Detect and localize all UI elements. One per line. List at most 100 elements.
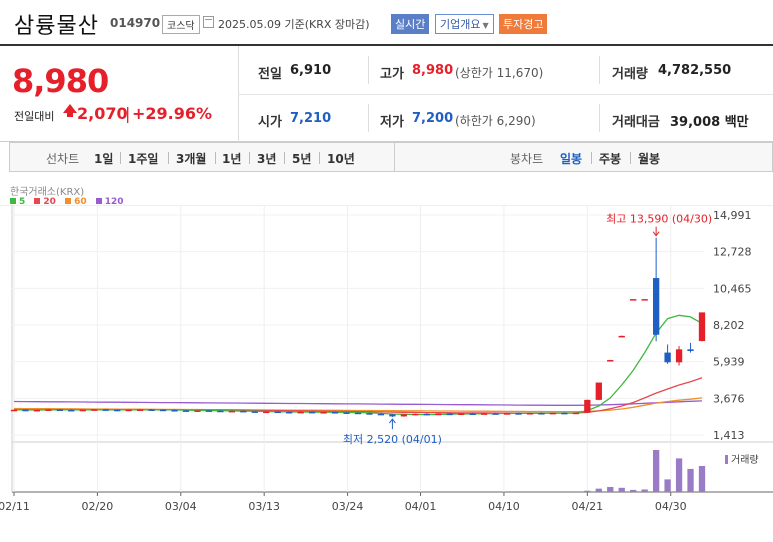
realtime-button[interactable]: 실시간: [391, 14, 430, 34]
candle-body: [102, 409, 109, 411]
candle-body: [205, 410, 213, 412]
tab-5y[interactable]: 5년: [292, 150, 311, 167]
line-chart-label[interactable]: 선차트: [46, 150, 79, 167]
current-price: 8,980: [12, 62, 109, 100]
candle-chart-label[interactable]: 봉차트: [510, 150, 543, 167]
candle-body: [91, 409, 98, 411]
candle-body: [435, 413, 442, 416]
tab-10y[interactable]: 10년: [327, 150, 355, 167]
stock-name: 삼륭물산: [14, 14, 99, 39]
candle-body: [584, 399, 591, 413]
prev-close-value: 6,910: [290, 63, 332, 78]
stock-code: 014970: [110, 16, 161, 30]
candle-body: [377, 413, 385, 416]
lower-limit: (하한가 6,290): [455, 114, 536, 128]
volume-bar: [664, 479, 671, 492]
low-label: 저가: [380, 115, 404, 130]
chevron-down-icon: ▼: [482, 21, 489, 30]
upper-limit: (상한가 11,670): [455, 66, 544, 80]
y-tick-label: 8,202: [713, 319, 745, 332]
y-tick-label: 10,465: [713, 282, 752, 295]
y-tick-label: 1,413: [713, 429, 745, 442]
price-chart[interactable]: 02/11 02/20 03/04 03/13 03/24 04/01 04/10 04/21…: [0, 205, 773, 542]
candle-body: [286, 411, 293, 414]
x-tick-label: 04/30: [655, 500, 687, 513]
candle-body: [503, 413, 511, 415]
candle-body: [549, 412, 557, 415]
open-label: 시가: [258, 115, 282, 130]
candle-body: [297, 411, 304, 414]
legend-swatch: [65, 198, 72, 204]
change-separator: |: [125, 104, 131, 123]
candle-body: [217, 410, 224, 413]
up-arrow-icon: [63, 104, 77, 117]
x-tick-label: 02/11: [0, 500, 30, 513]
candle-body: [251, 411, 258, 413]
candle-body: [630, 299, 637, 301]
x-tick-label: 04/21: [571, 500, 603, 513]
chart-period-tabs: 선차트 1일 1주일 3개월 1년 3년 5년 10년 봉차트 일봉 주봉 월봉: [9, 142, 773, 172]
divider: [168, 152, 169, 164]
candle-body: [561, 412, 568, 415]
tab-1d[interactable]: 1일: [94, 150, 113, 167]
divider: [319, 152, 320, 164]
volume-bar: [687, 468, 694, 492]
divider: [599, 56, 600, 84]
tab-1y[interactable]: 1년: [222, 150, 241, 167]
change-percent: +29.96%: [132, 104, 213, 123]
candle-body: [320, 412, 327, 414]
tab-weekly[interactable]: 주봉: [599, 150, 621, 167]
candle-body: [343, 412, 350, 414]
tab-3m[interactable]: 3개월: [176, 150, 206, 167]
candle-body: [159, 409, 167, 412]
calendar-icon: [203, 16, 214, 28]
candle-body: [595, 382, 602, 400]
candle-body: [515, 413, 522, 415]
candle-body: [56, 409, 64, 411]
investment-warning-badge[interactable]: 투자경고: [499, 14, 548, 34]
divider: [368, 104, 369, 132]
candle-body: [308, 411, 316, 414]
high-annotation: 최고 13,590 (04/30): [606, 213, 712, 226]
divider: [394, 143, 395, 171]
tab-1w[interactable]: 1주일: [128, 150, 158, 167]
candle-body: [194, 410, 201, 412]
candle-body: [618, 335, 625, 338]
legend-swatch: [10, 198, 16, 204]
candle-body: [114, 409, 121, 412]
market-badge: 코스닥: [162, 15, 200, 34]
candle-body: [125, 409, 132, 412]
tab-3y[interactable]: 3년: [257, 150, 276, 167]
divider: [238, 94, 773, 95]
company-overview-button[interactable]: 기업개요 ▼: [435, 14, 494, 34]
quote-panel: 8,980 전일대비 2,070 | +29.96% 전일 6,910 고가 8…: [0, 44, 773, 143]
tab-daily[interactable]: 일봉: [560, 150, 582, 167]
candle-body: [33, 409, 41, 412]
candle-body: [538, 413, 545, 415]
candle-body: [79, 409, 86, 412]
data-source: 한국거래소(KRX): [10, 187, 85, 198]
volume-bar: [618, 487, 625, 492]
candle-body: [263, 411, 270, 414]
volume-bar: [698, 465, 706, 492]
divider: [368, 56, 369, 84]
low-annotation: 최저 2,520 (04/01): [343, 433, 442, 446]
x-tick-label: 03/24: [332, 500, 364, 513]
candle-body: [572, 412, 580, 415]
candle-body: [228, 410, 236, 413]
amount-value: 39,008 백만: [670, 115, 749, 130]
volume-label: 거래량: [731, 454, 759, 466]
company-overview-label: 기업개요: [440, 18, 481, 31]
candle-body: [446, 413, 453, 416]
legend-swatch: [34, 198, 41, 204]
tab-monthly[interactable]: 월봉: [638, 150, 660, 167]
high-label: 고가: [380, 67, 404, 82]
divider: [249, 152, 250, 164]
volume-bar: [675, 458, 683, 492]
candle-body: [698, 312, 706, 342]
volume-bar: [595, 488, 602, 492]
candle-body: [607, 360, 614, 362]
candle-body: [400, 414, 408, 417]
candle-body: [240, 410, 247, 413]
amount-label: 거래대금: [612, 115, 660, 130]
